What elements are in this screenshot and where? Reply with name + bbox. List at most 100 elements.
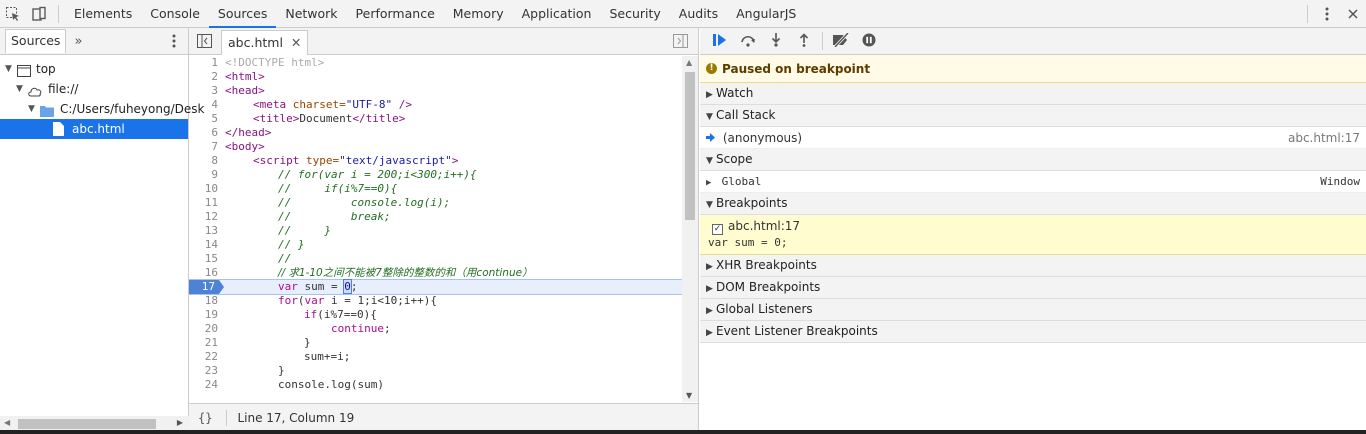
code-line[interactable]: 14 // } xyxy=(189,238,682,252)
code-line[interactable]: 3 <head> xyxy=(189,84,682,98)
step-into-button[interactable] xyxy=(762,28,790,55)
tab-angularjs[interactable]: AngularJS xyxy=(727,0,805,28)
tab-audits[interactable]: Audits xyxy=(670,0,727,28)
section-watch[interactable]: ▶ Watch xyxy=(700,83,1366,105)
scrollbar-thumb[interactable] xyxy=(685,72,695,220)
tab-console[interactable]: Console xyxy=(141,0,209,28)
pretty-print-icon[interactable]: {} xyxy=(198,411,212,425)
editor-vertical-scrollbar[interactable]: ▲ ▼ xyxy=(682,56,698,402)
scroll-left-icon[interactable]: ◀ xyxy=(4,418,10,427)
call-stack-frame[interactable]: (anonymous) abc.html:17 xyxy=(700,127,1366,149)
line-number[interactable]: 14 xyxy=(189,238,218,252)
scroll-right-icon[interactable]: ▶ xyxy=(177,418,183,427)
line-number[interactable]: 6 xyxy=(189,126,218,140)
tab-security[interactable]: Security xyxy=(600,0,669,28)
line-number[interactable]: 16 xyxy=(189,266,218,280)
tab-application[interactable]: Application xyxy=(513,0,601,28)
step-over-button[interactable] xyxy=(734,28,762,55)
line-number[interactable]: 3 xyxy=(189,84,218,98)
line-number[interactable]: 22 xyxy=(189,350,218,364)
line-number[interactable]: 24 xyxy=(189,378,218,392)
tree-item-top[interactable]: ▼ top xyxy=(0,59,188,79)
current-execution-line[interactable]: 17 var sum = 0; xyxy=(189,279,682,295)
file-tab-abc-html[interactable]: abc.html ✕ xyxy=(221,30,309,55)
section-xhr-breakpoints[interactable]: ▶ XHR Breakpoints xyxy=(700,255,1366,277)
tree-item-file-origin[interactable]: ▼ file:// xyxy=(0,79,188,99)
inspect-element-icon[interactable] xyxy=(0,0,26,28)
code-line[interactable]: 12 // break; xyxy=(189,210,682,224)
tree-item-folder[interactable]: ▼ C:/Users/fuheyong/Desk xyxy=(0,99,204,119)
breakpoint-checkbox[interactable]: ✓ xyxy=(712,224,723,235)
tree-item-abc-html[interactable]: abc.html xyxy=(0,119,188,139)
code-line[interactable]: 11 // console.log(i); xyxy=(189,196,682,210)
code-line[interactable]: 7 <body> xyxy=(189,140,682,154)
code-line[interactable]: 20 continue; xyxy=(189,322,682,336)
line-number[interactable]: 4 xyxy=(189,98,218,112)
deactivate-breakpoints-button[interactable] xyxy=(827,28,855,55)
line-number[interactable]: 9 xyxy=(189,168,218,182)
line-number-breakpoint[interactable]: 17 xyxy=(189,280,219,294)
line-number[interactable]: 18 xyxy=(189,294,218,308)
code-line[interactable]: 8 <script type="text/javascript"> xyxy=(189,154,682,168)
step-out-button[interactable] xyxy=(790,28,818,55)
tab-sources[interactable]: Sources xyxy=(208,0,277,28)
line-number[interactable]: 23 xyxy=(189,364,218,378)
code-line[interactable]: 10 // if(i%7==0){ xyxy=(189,182,682,196)
code-line[interactable]: 2 <html> xyxy=(189,70,682,84)
line-number[interactable]: 20 xyxy=(189,322,218,336)
close-devtools-icon[interactable] xyxy=(1340,0,1366,28)
line-number[interactable]: 1 xyxy=(189,56,218,70)
code-line[interactable]: 19 if(i%7==0){ xyxy=(189,308,682,322)
code-line[interactable]: 15 // xyxy=(189,252,682,266)
line-number[interactable]: 10 xyxy=(189,182,218,196)
more-tabs-chevron-icon[interactable]: » xyxy=(74,34,82,49)
tab-network[interactable]: Network xyxy=(276,0,346,28)
resume-button[interactable] xyxy=(706,28,734,55)
more-options-icon[interactable] xyxy=(1314,0,1340,28)
code-line[interactable]: 21} xyxy=(189,336,682,350)
pause-on-exceptions-button[interactable] xyxy=(855,28,883,55)
navigator-menu-icon[interactable] xyxy=(172,34,176,51)
tab-elements[interactable]: Elements xyxy=(65,0,141,28)
section-call-stack[interactable]: ▼ Call Stack xyxy=(700,105,1366,127)
code-line[interactable]: 23} xyxy=(189,364,682,378)
scroll-up-icon[interactable]: ▲ xyxy=(686,58,692,67)
line-number[interactable]: 13 xyxy=(189,224,218,238)
section-event-listener-breakpoints[interactable]: ▶ Event Listener Breakpoints xyxy=(700,321,1366,343)
scroll-down-icon[interactable]: ▼ xyxy=(686,391,692,400)
breakpoint-item[interactable]: ✓ abc.html:17 var sum = 0; xyxy=(700,215,1366,255)
line-number[interactable]: 15 xyxy=(189,252,218,266)
section-scope[interactable]: ▼ Scope xyxy=(700,149,1366,171)
scrollbar-thumb[interactable] xyxy=(18,419,156,429)
code-line[interactable]: 6 </head> xyxy=(189,126,682,140)
line-number[interactable]: 8 xyxy=(189,154,218,168)
section-global-listeners[interactable]: ▶ Global Listeners xyxy=(700,299,1366,321)
toggle-navigator-icon[interactable] xyxy=(197,34,212,51)
code-line[interactable]: 18 for(var i = 1;i<10;i++){ xyxy=(189,294,682,308)
line-number[interactable]: 5 xyxy=(189,112,218,126)
line-number[interactable]: 12 xyxy=(189,210,218,224)
code-line[interactable]: 16 // 求1-10之间不能被7整除的整数的和（用continue） xyxy=(189,266,682,280)
code-line[interactable]: 22 sum+=i; xyxy=(189,350,682,364)
code-line[interactable]: 24 console.log(sum) xyxy=(189,378,682,392)
tab-sources-navigator[interactable]: Sources xyxy=(5,29,67,53)
code-line[interactable]: 5 <title>Document</title> xyxy=(189,112,682,126)
close-tab-icon[interactable]: ✕ xyxy=(291,35,301,50)
line-number[interactable]: 7 xyxy=(189,140,218,154)
section-breakpoints[interactable]: ▼ Breakpoints xyxy=(700,193,1366,215)
frame-location[interactable]: abc.html:17 xyxy=(1288,127,1360,149)
code-line[interactable]: 13 // } xyxy=(189,224,682,238)
code-line[interactable]: 4 <meta charset="UTF-8" /> xyxy=(189,98,682,112)
tab-memory[interactable]: Memory xyxy=(444,0,513,28)
line-number[interactable]: 11 xyxy=(189,196,218,210)
code-editor[interactable]: 1 <!DOCTYPE html> 2 <html> 3 <head> 4 <meta … xyxy=(189,56,682,402)
code-line[interactable]: 1 <!DOCTYPE html> xyxy=(189,56,682,70)
section-dom-breakpoints[interactable]: ▶ DOM Breakpoints xyxy=(700,277,1366,299)
tab-performance[interactable]: Performance xyxy=(347,0,444,28)
line-number[interactable]: 21 xyxy=(189,336,218,350)
line-number[interactable]: 2 xyxy=(189,70,218,84)
toggle-debugger-icon[interactable] xyxy=(673,34,688,51)
code-line[interactable]: 9 // for(var i = 200;i<300;i++){ xyxy=(189,168,682,182)
scope-global[interactable]: ▶ Global Window xyxy=(700,171,1366,193)
device-toolbar-icon[interactable] xyxy=(26,0,52,28)
